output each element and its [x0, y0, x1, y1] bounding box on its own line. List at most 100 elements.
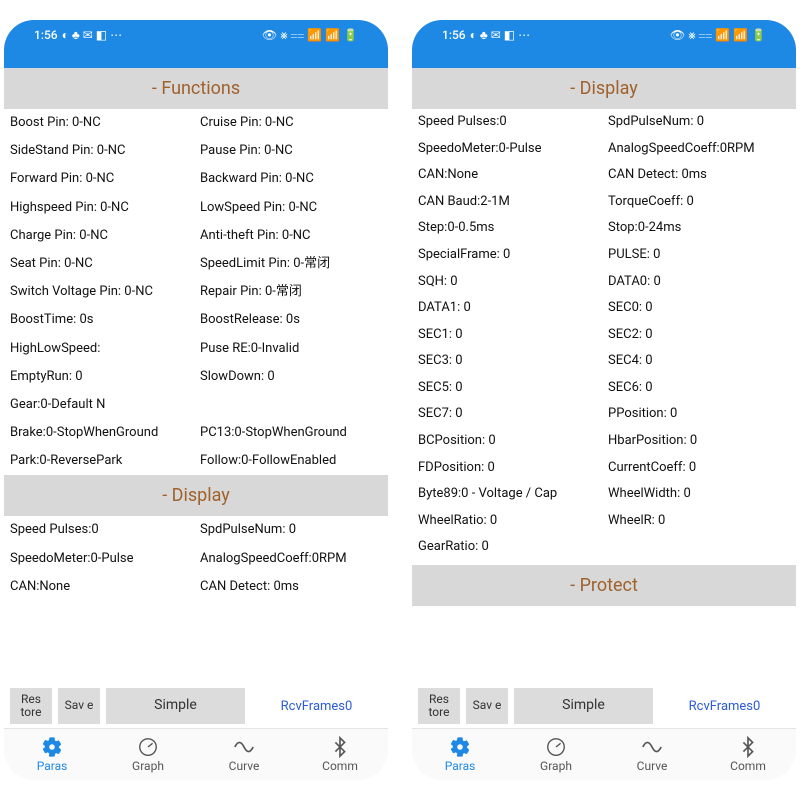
- param-label-right: WheelR: 0: [600, 512, 790, 530]
- param-label-left: Park:0-ReversePark: [10, 452, 192, 470]
- param-label-left: Byte89:0 - Voltage / Cap: [418, 485, 600, 503]
- tab-graph[interactable]: Graph: [100, 729, 196, 780]
- param-label-right: PC13:0-StopWhenGround: [192, 424, 382, 442]
- param-label-left: FDPosition: 0: [418, 459, 600, 477]
- param-row[interactable]: Byte89:0 - Voltage / CapWheelWidth: 0: [412, 481, 796, 508]
- param-label-right: SEC6: 0: [600, 379, 790, 397]
- param-label-right: Cruise Pin: 0-NC: [192, 114, 382, 132]
- param-label-right: [192, 396, 382, 414]
- param-row[interactable]: Switch Voltage Pin: 0-NCRepair Pin: 0-常闭: [4, 278, 388, 306]
- restore-button[interactable]: Res tore: [10, 688, 52, 724]
- param-label-left: SEC5: 0: [418, 379, 600, 397]
- param-row[interactable]: Brake:0-StopWhenGroundPC13:0-StopWhenGro…: [4, 419, 388, 447]
- param-label-right: TorqueCoeff: 0: [600, 193, 790, 211]
- param-label-left: HighLowSpeed:: [10, 340, 192, 358]
- param-row[interactable]: Speed Pulses:0SpdPulseNum: 0: [4, 516, 388, 544]
- save-button[interactable]: Sav e: [466, 688, 508, 724]
- tab-comm[interactable]: Comm: [700, 729, 796, 780]
- param-label-left: CAN Baud:2-1M: [418, 193, 600, 211]
- param-row[interactable]: CAN:NoneCAN Detect: 0ms: [412, 162, 796, 189]
- section-protect: - Protect: [412, 565, 796, 606]
- param-row[interactable]: SEC7: 0PPosition: 0: [412, 401, 796, 428]
- param-row[interactable]: SEC5: 0SEC6: 0: [412, 375, 796, 402]
- param-row[interactable]: Park:0-ReverseParkFollow:0-FollowEnabled: [4, 447, 388, 475]
- param-row[interactable]: BCPosition: 0HbarPosition: 0: [412, 428, 796, 455]
- param-label-left: Speed Pulses:0: [10, 521, 192, 539]
- status-right-icons: 👁 ⨳ ⩵ 📶 📶 🔋: [670, 28, 766, 43]
- param-label-right: Follow:0-FollowEnabled: [192, 452, 382, 470]
- param-row[interactable]: SpeedoMeter:0-PulseAnalogSpeedCoeff:0RPM: [412, 136, 796, 163]
- param-row[interactable]: Step:0-0.5msStop:0-24ms: [412, 215, 796, 242]
- param-label-right: Repair Pin: 0-常闭: [192, 283, 382, 301]
- param-row[interactable]: BoostTime: 0sBoostRelease: 0s: [4, 306, 388, 334]
- param-row[interactable]: SpecialFrame: 0PULSE: 0: [412, 242, 796, 269]
- gauge-icon: [545, 736, 567, 758]
- param-label-left: SpecialFrame: 0: [418, 246, 600, 264]
- param-label-right: Backward Pin: 0-NC: [192, 170, 382, 188]
- app-header: [412, 50, 796, 68]
- param-label-left: WheelRatio: 0: [418, 512, 600, 530]
- param-row[interactable]: SEC1: 0SEC2: 0: [412, 322, 796, 349]
- param-row[interactable]: FDPosition: 0CurrentCoeff: 0: [412, 454, 796, 481]
- param-row[interactable]: WheelRatio: 0WheelR: 0: [412, 507, 796, 534]
- save-button[interactable]: Sav e: [58, 688, 100, 724]
- param-row[interactable]: GearRatio: 0: [412, 534, 796, 561]
- param-row[interactable]: Boost Pin: 0-NCCruise Pin: 0-NC: [4, 109, 388, 137]
- param-row[interactable]: SEC3: 0SEC4: 0: [412, 348, 796, 375]
- status-left-icons: ◐ ♣ ✉ ◧ ⋯: [470, 28, 530, 42]
- param-label-left: DATA1: 0: [418, 299, 600, 317]
- param-label-right: SlowDown: 0: [192, 368, 382, 386]
- param-label-left: Seat Pin: 0-NC: [10, 255, 192, 273]
- tab-comm[interactable]: Comm: [292, 729, 388, 780]
- simple-button[interactable]: Simple: [106, 688, 245, 724]
- param-label-left: SEC3: 0: [418, 352, 600, 370]
- param-label-right: Stop:0-24ms: [600, 219, 790, 237]
- param-row[interactable]: Charge Pin: 0-NCAnti-theft Pin: 0-NC: [4, 222, 388, 250]
- section-functions: - Functions: [4, 68, 388, 109]
- content-right[interactable]: - Display Speed Pulses:0SpdPulseNum: 0Sp…: [412, 68, 796, 684]
- param-row[interactable]: Gear:0-Default N: [4, 391, 388, 419]
- param-label-left: Forward Pin: 0-NC: [10, 170, 192, 188]
- param-label-left: GearRatio: 0: [418, 538, 600, 556]
- simple-button[interactable]: Simple: [514, 688, 653, 724]
- param-row[interactable]: Forward Pin: 0-NCBackward Pin: 0-NC: [4, 165, 388, 193]
- tab-curve[interactable]: Curve: [604, 729, 700, 780]
- param-label-left: SpeedoMeter:0-Pulse: [10, 550, 192, 568]
- param-label-left: SEC7: 0: [418, 405, 600, 423]
- param-row[interactable]: Speed Pulses:0SpdPulseNum: 0: [412, 109, 796, 136]
- param-label-left: Step:0-0.5ms: [418, 219, 600, 237]
- param-row[interactable]: SideStand Pin: 0-NCPause Pin: 0-NC: [4, 137, 388, 165]
- param-label-left: Boost Pin: 0-NC: [10, 114, 192, 132]
- param-label-right: BoostRelease: 0s: [192, 311, 382, 329]
- param-label-left: BoostTime: 0s: [10, 311, 192, 329]
- bluetooth-icon: [737, 736, 759, 758]
- tab-curve[interactable]: Curve: [196, 729, 292, 780]
- tab-paras[interactable]: Paras: [412, 729, 508, 780]
- param-label-right: Pause Pin: 0-NC: [192, 142, 382, 160]
- param-label-right: AnalogSpeedCoeff:0RPM: [192, 550, 382, 568]
- param-row[interactable]: EmptyRun: 0SlowDown: 0: [4, 363, 388, 391]
- param-label-left: SpeedoMeter:0-Pulse: [418, 140, 600, 158]
- param-label-right: Anti-theft Pin: 0-NC: [192, 227, 382, 245]
- display-list: Speed Pulses:0SpdPulseNum: 0SpeedoMeter:…: [4, 516, 388, 601]
- content-left[interactable]: - Functions Boost Pin: 0-NCCruise Pin: 0…: [4, 68, 388, 684]
- param-label-left: CAN:None: [418, 166, 600, 184]
- param-row[interactable]: HighLowSpeed:Puse RE:0-Invalid: [4, 335, 388, 363]
- tab-paras[interactable]: Paras: [4, 729, 100, 780]
- param-row[interactable]: Highspeed Pin: 0-NCLowSpeed Pin: 0-NC: [4, 194, 388, 222]
- param-row[interactable]: SpeedoMeter:0-PulseAnalogSpeedCoeff:0RPM: [4, 545, 388, 573]
- param-row[interactable]: CAN:NoneCAN Detect: 0ms: [4, 573, 388, 601]
- restore-button[interactable]: Res tore: [418, 688, 460, 724]
- tab-graph[interactable]: Graph: [508, 729, 604, 780]
- param-row[interactable]: CAN Baud:2-1MTorqueCoeff: 0: [412, 189, 796, 216]
- status-left-icons: ◐ ♣ ✉ ◧ ⋯: [62, 28, 122, 42]
- section-display: - Display: [4, 475, 388, 516]
- param-label-right: DATA0: 0: [600, 273, 790, 291]
- status-time: 1:56: [442, 28, 466, 42]
- param-row[interactable]: DATA1: 0SEC0: 0: [412, 295, 796, 322]
- param-label-left: Speed Pulses:0: [418, 113, 600, 131]
- param-row[interactable]: Seat Pin: 0-NCSpeedLimit Pin: 0-常闭: [4, 250, 388, 278]
- status-bar: 1:56 ◐ ♣ ✉ ◧ ⋯ 👁 ⨳ ⩵ 📶 📶 🔋: [4, 20, 388, 50]
- display-list-full: Speed Pulses:0SpdPulseNum: 0SpeedoMeter:…: [412, 109, 796, 561]
- param-row[interactable]: SQH: 0DATA0: 0: [412, 268, 796, 295]
